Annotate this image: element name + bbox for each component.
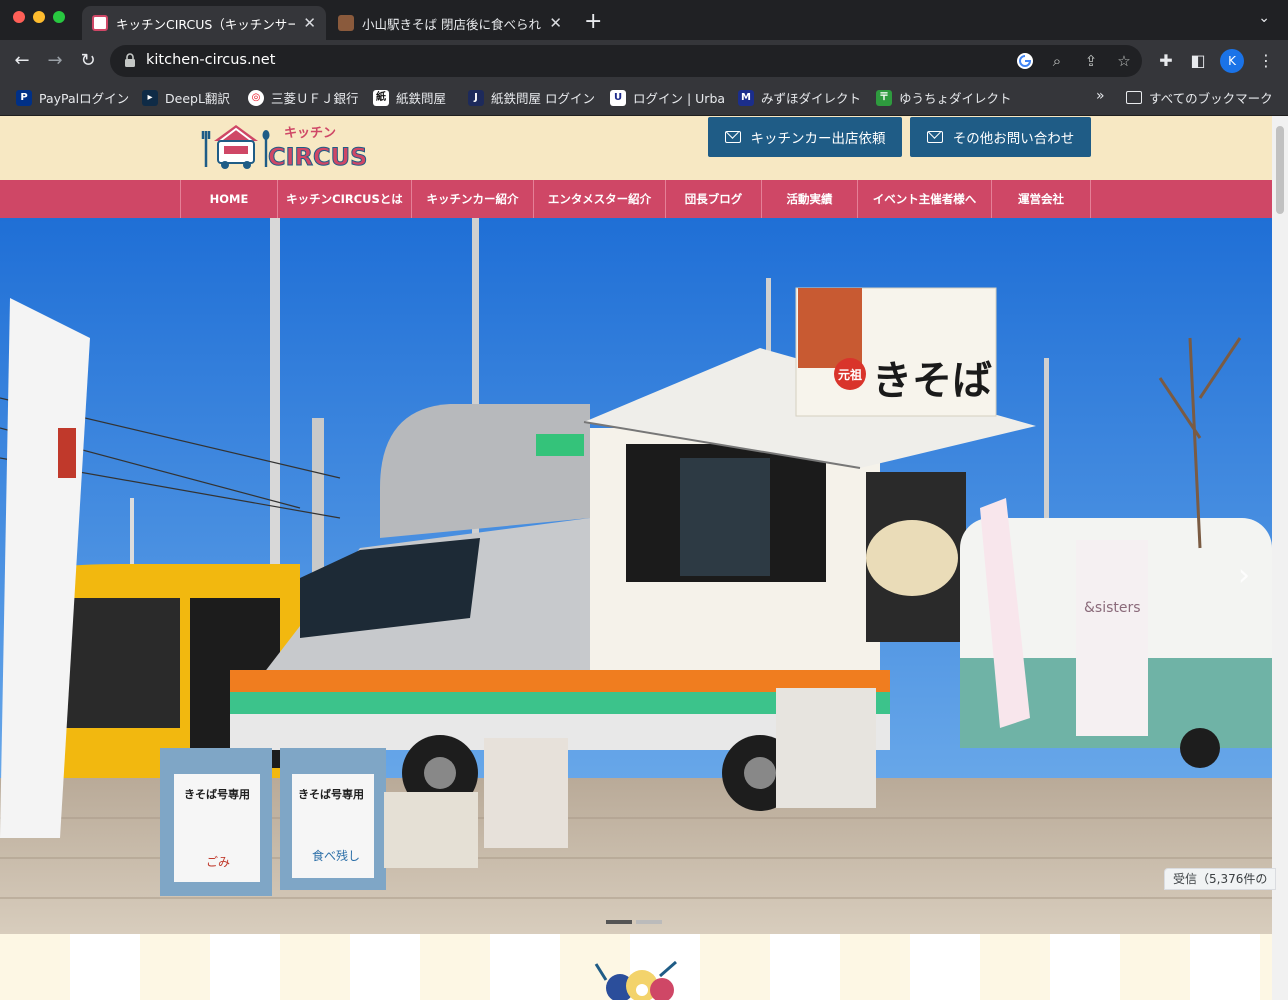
- slider-next-chevron-icon[interactable]: ›: [1238, 558, 1250, 593]
- bookmark-mizuho[interactable]: M みずほダイレクト: [738, 88, 861, 107]
- address-bar[interactable]: kitchen-circus.net ⌕ ⇪ ☆: [110, 45, 1142, 77]
- zoom-icon[interactable]: ⌕: [1048, 52, 1066, 70]
- close-tab-icon[interactable]: ✕: [549, 14, 562, 32]
- bookmark-yucho[interactable]: 〒 ゆうちょダイレクト: [876, 88, 1012, 107]
- new-tab-button[interactable]: +: [584, 9, 602, 34]
- nav-entertainers[interactable]: エンタメスター紹介: [534, 180, 666, 218]
- bookmark-star-icon[interactable]: ☆: [1115, 52, 1133, 70]
- tab-kitchen-circus[interactable]: キッチンCIRCUS（キッチンサー ✕: [82, 6, 326, 40]
- deepl-icon: ▸: [142, 89, 158, 106]
- u-icon: U: [610, 89, 626, 106]
- hero-slider[interactable]: きそば 元祖 きそば号専用 きそば号専用 ごみ 食べ残し &sisters ›: [0, 218, 1272, 934]
- folder-icon: [1126, 91, 1142, 104]
- minimize-window-button[interactable]: [33, 11, 45, 23]
- paypal-icon: P: [16, 89, 32, 106]
- global-navigation: HOME キッチンCIRCUSとは キッチンカー紹介 エンタメスター紹介 団長ブ…: [0, 180, 1272, 218]
- tab-title: 小山駅きそば 閉店後に食べられ: [362, 16, 541, 32]
- logo-text-circus: CIRCUS: [268, 143, 367, 171]
- slider-dot-1[interactable]: [606, 920, 632, 924]
- neighbor-truck-sign: &sisters: [1084, 600, 1141, 616]
- trash-bin-sub-garbage: ごみ: [206, 854, 230, 869]
- extensions-puzzle-icon[interactable]: ✚: [1156, 51, 1176, 71]
- lock-icon: [125, 53, 135, 67]
- nav-company[interactable]: 運営会社: [992, 180, 1091, 218]
- tab-search-chevron-icon[interactable]: ⌄: [1258, 10, 1270, 26]
- bookmark-mufg[interactable]: ◎ 三菱ＵＦＪ銀行: [248, 88, 359, 107]
- zoom-window-button[interactable]: [53, 11, 65, 23]
- share-icon[interactable]: ⇪: [1082, 52, 1100, 70]
- slider-pagination: [606, 920, 662, 924]
- browser-status-text: 受信（5,376件の: [1164, 868, 1277, 890]
- mizuho-icon: M: [738, 89, 754, 106]
- close-tab-icon[interactable]: ✕: [303, 14, 316, 32]
- tab-title: キッチンCIRCUS（キッチンサー: [116, 16, 296, 32]
- nav-organizers[interactable]: イベント主催者様へ: [858, 180, 992, 218]
- browser-tab-strip: キッチンCIRCUS（キッチンサー ✕ 小山駅きそば 閉店後に食べられ ✕ + …: [0, 0, 1288, 40]
- mail-icon: [926, 131, 943, 143]
- back-arrow-icon[interactable]: ←: [10, 49, 34, 73]
- browser-toolbar: ← → ↻ kitchen-circus.net ⌕ ⇪ ☆ ✚ ◧ K ⋮: [0, 40, 1288, 82]
- clown-mascot-icon: [594, 960, 677, 1000]
- kitchen-car-request-button[interactable]: キッチンカー出店依頼: [708, 117, 902, 157]
- url-text: kitchen-circus.net: [146, 52, 276, 68]
- kamitetsu-icon: 紙: [373, 89, 389, 106]
- nav-about[interactable]: キッチンCIRCUSとは: [278, 180, 412, 218]
- google-lens-icon[interactable]: [1016, 52, 1034, 70]
- more-menu-icon[interactable]: ⋮: [1256, 51, 1276, 71]
- site-favicon-icon: [92, 15, 108, 31]
- slider-dot-2[interactable]: [636, 920, 662, 924]
- nav-home[interactable]: HOME: [181, 180, 278, 218]
- nav-activities[interactable]: 活動実績: [762, 180, 858, 218]
- mufg-icon: ◎: [248, 89, 264, 106]
- reload-icon[interactable]: ↻: [76, 49, 100, 73]
- bookmark-kamitetsu[interactable]: 紙 紙鉄問屋: [373, 88, 446, 107]
- hero-sign-ganso: 元祖: [838, 367, 862, 382]
- trash-bin-label-garbage: きそば号専用: [184, 787, 250, 801]
- bookmarks-bar: P PayPalログイン ▸ DeepL翻訳 ◎ 三菱ＵＦＪ銀行 紙 紙鉄問屋 …: [0, 82, 1288, 116]
- nav-blog[interactable]: 団長ブログ: [666, 180, 762, 218]
- j-icon: J: [468, 89, 484, 106]
- web-page: キッチン CIRCUS キッチンカー出店依頼 その他お問い合わせ HOME キッ…: [0, 116, 1272, 1000]
- other-inquiry-button[interactable]: その他お問い合わせ: [910, 117, 1091, 157]
- trash-bin-label-leftovers: きそば号専用: [298, 787, 364, 801]
- bookmark-urba[interactable]: U ログイン | Urba: [610, 88, 725, 107]
- article-favicon-icon: [338, 15, 354, 31]
- bookmark-paypal[interactable]: P PayPalログイン: [16, 88, 129, 107]
- scrollbar-thumb[interactable]: [1276, 126, 1284, 214]
- mail-icon: [724, 131, 741, 143]
- kitchen-circus-logo[interactable]: キッチン CIRCUS: [200, 119, 370, 175]
- hero-sign-kisoba: きそば: [872, 358, 992, 404]
- kitchen-car-photo: きそば 元祖 きそば号専用 きそば号専用 ごみ 食べ残し &sisters: [0, 218, 1272, 934]
- jp-bank-icon: 〒: [876, 89, 892, 106]
- trash-bin-sub-leftovers: 食べ残し: [312, 848, 360, 863]
- side-panel-icon[interactable]: ◧: [1188, 51, 1208, 71]
- all-bookmarks-folder[interactable]: すべてのブックマーク: [1126, 88, 1273, 107]
- intro-section: [0, 934, 1272, 1000]
- nav-kitchen-cars[interactable]: キッチンカー紹介: [412, 180, 534, 218]
- bookmark-kamitetsu-login[interactable]: J 紙鉄問屋 ログイン: [468, 88, 595, 107]
- forward-arrow-icon[interactable]: →: [43, 49, 67, 73]
- bookmark-deepl[interactable]: ▸ DeepL翻訳: [142, 88, 230, 107]
- tab-oyama-kisoba[interactable]: 小山駅きそば 閉店後に食べられ ✕: [328, 6, 572, 40]
- profile-avatar[interactable]: K: [1220, 49, 1244, 73]
- close-window-button[interactable]: [13, 11, 25, 23]
- logo-text-kitchen: キッチン: [284, 126, 336, 141]
- site-header: キッチン CIRCUS キッチンカー出店依頼 その他お問い合わせ: [0, 116, 1272, 180]
- bookmarks-overflow-chevron[interactable]: »: [1096, 88, 1105, 104]
